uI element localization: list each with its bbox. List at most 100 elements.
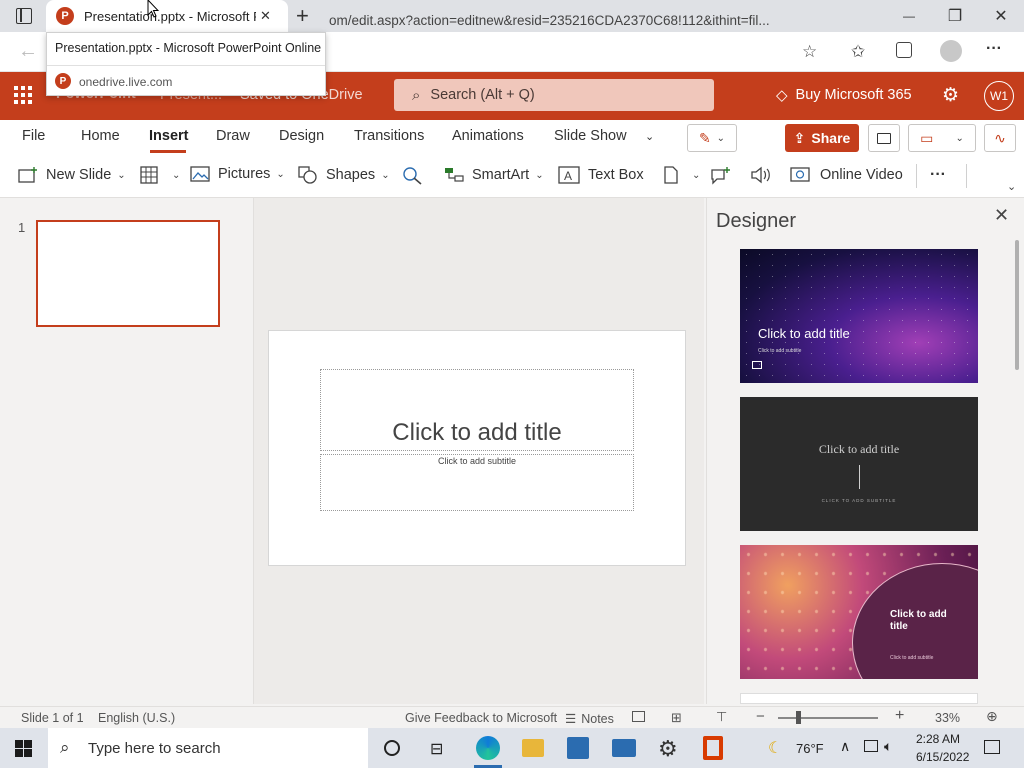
editing-mode-button[interactable]: ✎ ⌄ [687,124,737,152]
audio-button[interactable] [750,166,780,184]
tab-home[interactable]: Home [81,128,120,144]
collections-icon[interactable] [896,42,912,58]
search-box[interactable]: ⌕ Search (Alt + Q) [394,79,714,111]
zoom-in-icon[interactable]: + [895,707,904,725]
mail-icon[interactable] [612,739,636,757]
tab-design[interactable]: Design [279,128,324,144]
account-avatar[interactable]: W1 [984,81,1014,111]
design-idea-2[interactable]: Click to add title CLICK TO ADD SUBTITLE [740,397,978,531]
weather-moon-icon[interactable]: ☾ [768,738,782,758]
hover-card-domain: onedrive.live.com [79,75,173,89]
icons-insert-icon [403,167,422,185]
more-commands-button[interactable]: ··· [930,166,946,184]
shapes-button[interactable]: Shapes ⌄ [298,166,390,184]
zoom-out-icon[interactable]: − [756,708,765,725]
app-launcher-icon[interactable] [14,86,32,104]
close-window-button[interactable]: ✕ [978,0,1024,32]
ribbon-expand-chevron-icon[interactable]: ⌄ [1007,180,1016,193]
table-button[interactable]: ⌄ [140,166,180,184]
text-box-label: Text Box [588,167,644,183]
designer-scrollbar[interactable] [1015,240,1019,370]
slide-thumbnail[interactable] [36,220,220,327]
taskbar-search-icon: ⌕ [60,738,70,757]
new-comment-button[interactable] [710,166,740,186]
pictures-button[interactable]: Pictures ⌄ [190,166,285,182]
buy-microsoft-365-button[interactable]: ◇ Buy Microsoft 365 [776,86,912,104]
smartart-label: SmartArt [472,167,530,183]
profile-avatar[interactable] [940,40,962,62]
task-view-icon[interactable]: ⊟ [430,739,443,759]
design-idea-4[interactable] [740,693,978,704]
chevron-down-icon: ⌄ [716,132,726,144]
zoom-slider[interactable] [778,711,878,724]
new-slide-button[interactable]: New Slide ⌄ [18,166,126,184]
show-hidden-icons-chevron[interactable]: ∧ [840,738,850,755]
online-video-icon [790,167,810,182]
diamond-icon: ◇ [776,87,788,104]
normal-view-icon[interactable] [632,711,645,722]
back-icon[interactable]: ← [18,40,38,63]
activity-button[interactable]: ∿ [984,124,1016,152]
reading-view-icon[interactable]: ⊤ [716,709,727,725]
taskbar-search[interactable]: ⌕ Type here to search [48,728,368,768]
browser-menu-button[interactable]: ··· [986,40,1002,58]
favorites-icon[interactable]: ✩ [851,42,865,62]
tab-draw[interactable]: Draw [216,128,250,144]
icons-button[interactable] [402,166,432,186]
ribbon-divider [966,164,967,188]
share-button[interactable]: ⇪ Share [785,124,859,152]
tab-transitions[interactable]: Transitions [354,128,424,144]
settings-icon[interactable]: ⚙ [658,736,678,762]
design-3-title: Click to add title [890,609,947,632]
design-1-title: Click to add title [758,326,850,341]
tab-actions-icon[interactable] [16,8,32,24]
design-idea-3[interactable]: Click to add title Click to add subtitle [740,545,978,679]
zoom-slider-thumb[interactable] [796,711,801,724]
mouse-cursor-icon [147,0,159,18]
title-placeholder[interactable]: Click to add title [320,369,634,451]
smartart-icon [445,168,464,182]
cortana-icon[interactable] [384,740,400,756]
more-tabs-chevron-icon[interactable]: ⌄ [645,130,654,143]
notes-icon: ☰ [565,712,577,726]
url-field[interactable]: om/edit.aspx?action=editnew&resid=235216… [64,6,824,34]
add-favorite-icon[interactable]: ☆ [802,42,817,62]
search-icon: ⌕ [412,86,421,104]
network-icon[interactable] [864,740,878,752]
header-footer-button[interactable]: ⌄ [664,166,700,184]
online-video-button[interactable]: Online Video [790,166,903,184]
minimize-button[interactable]: — [886,0,932,32]
comments-button[interactable] [868,124,900,152]
smartart-button[interactable]: SmartArt ⌄ [444,166,544,184]
slide-sorter-icon[interactable]: ⊞ [671,710,682,726]
notification-center-icon[interactable] [984,740,1000,754]
designer-close-button[interactable]: ✕ [994,205,1009,226]
windows-start-icon[interactable] [15,740,32,757]
tab-slide-show[interactable]: Slide Show [554,128,627,144]
design-idea-1[interactable]: Click to add title Click to add subtitle [740,249,978,383]
restore-button[interactable]: ❐ [932,0,978,32]
notes-button[interactable]: ☰ Notes [565,711,614,727]
online-video-label: Online Video [820,167,903,183]
office-icon[interactable] [703,736,723,760]
search-placeholder: Search (Alt + Q) [430,87,535,103]
zoom-level[interactable]: 33% [935,711,960,725]
weather-temp[interactable]: 76°F [796,741,824,756]
present-button[interactable]: ▭ ⌄ [908,124,976,152]
clock-date[interactable]: 6/15/2022 [916,750,969,764]
volume-icon[interactable]: 🔈︎ [884,738,892,755]
tab-file[interactable]: File [22,128,45,144]
notes-label: Notes [581,711,614,726]
tab-animations[interactable]: Animations [452,128,524,144]
clock-time[interactable]: 2:28 AM [916,732,960,746]
fit-to-window-icon[interactable]: ⊕ [986,708,998,725]
tab-insert[interactable]: Insert [149,128,189,144]
text-box-button[interactable]: A Text Box [558,166,644,184]
subtitle-placeholder[interactable]: Click to add subtitle [320,454,634,511]
language[interactable]: English (U.S.) [98,711,175,725]
settings-gear-icon[interactable]: ⚙ [942,84,959,107]
feedback-link[interactable]: Give Feedback to Microsoft [405,711,557,725]
file-explorer-icon[interactable] [522,739,544,757]
edge-icon[interactable] [476,736,500,760]
microsoft-store-icon[interactable] [567,737,589,759]
